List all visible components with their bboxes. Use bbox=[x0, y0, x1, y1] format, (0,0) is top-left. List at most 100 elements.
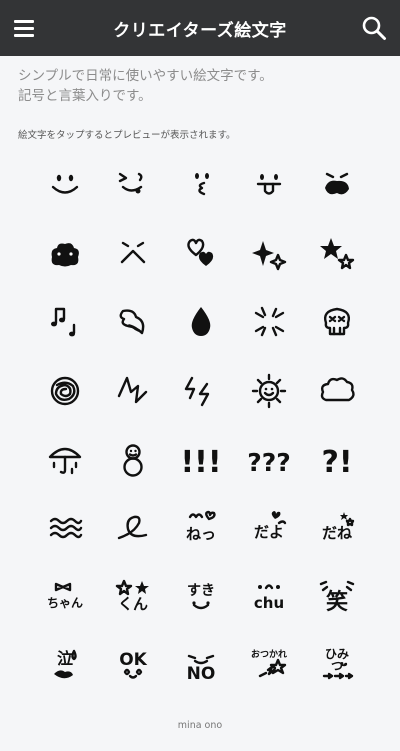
cry-emoji[interactable]: 泣 bbox=[31, 631, 99, 700]
laugh-emoji[interactable]: 笑 bbox=[303, 563, 371, 632]
otsukare-icon: おつかれ bbox=[251, 649, 287, 678]
sparkles-icon bbox=[252, 240, 287, 271]
page-title: クリエイターズ絵文字 bbox=[113, 20, 287, 41]
music-notes-icon bbox=[51, 308, 76, 337]
cry-icon: 泣 bbox=[54, 649, 77, 679]
description-line-2: 記号と言葉入りです。 bbox=[18, 88, 152, 104]
water-drop-icon bbox=[191, 307, 211, 337]
ok-emoji[interactable]: OK bbox=[99, 631, 167, 700]
svg-text:ちゃん: ちゃん bbox=[47, 596, 83, 610]
skull-emoji[interactable] bbox=[303, 288, 371, 357]
kun-icon: くん bbox=[115, 579, 149, 613]
hearts-icon bbox=[187, 238, 214, 266]
no-emoji[interactable]: NO bbox=[167, 631, 235, 700]
no-icon: NO bbox=[187, 655, 216, 684]
nee-emoji[interactable]: ねっ bbox=[167, 494, 235, 563]
svg-text:くん: くん bbox=[118, 595, 148, 613]
tongue-out-face-emoji[interactable] bbox=[235, 151, 303, 220]
suki-icon: すき bbox=[187, 583, 215, 610]
zigzag-emoji[interactable] bbox=[99, 357, 167, 426]
svg-text:笑: 笑 bbox=[326, 589, 348, 615]
himitsu-emoji[interactable]: ひみつ bbox=[303, 631, 371, 700]
ok-icon: OK bbox=[119, 650, 148, 680]
wink-tongue-face-emoji[interactable] bbox=[99, 151, 167, 220]
svg-text:だよ: だよ bbox=[254, 523, 284, 541]
wink-tongue-face-icon bbox=[118, 173, 143, 194]
svg-text:だね: だね bbox=[322, 524, 352, 542]
tongue-out-face-icon bbox=[256, 174, 282, 195]
snowman-icon bbox=[123, 443, 143, 477]
dayo-icon: だよ bbox=[254, 511, 287, 541]
lightning-icon bbox=[184, 376, 210, 407]
preview-hint: 絵文字をタップするとプレビューが表示されます。 bbox=[18, 130, 236, 141]
snowman-emoji[interactable] bbox=[99, 425, 167, 494]
laugh-icon: 笑 bbox=[319, 580, 355, 615]
svg-text:泣: 泣 bbox=[57, 649, 73, 668]
umbrella-rain-emoji[interactable] bbox=[31, 425, 99, 494]
sun-face-icon bbox=[251, 373, 287, 409]
chan-icon: ちゃん bbox=[47, 582, 83, 610]
puffed-cheeks-icon bbox=[51, 242, 79, 267]
svg-text:???: ??? bbox=[247, 448, 291, 477]
lightning-emoji[interactable] bbox=[167, 357, 235, 426]
sun-face-emoji[interactable] bbox=[235, 357, 303, 426]
sparkles-emoji[interactable] bbox=[235, 220, 303, 289]
curl-icon bbox=[117, 515, 148, 540]
curl-emoji[interactable] bbox=[99, 494, 167, 563]
himitsu-icon: ひみつ bbox=[322, 647, 354, 680]
svg-text:つ: つ bbox=[331, 659, 343, 673]
emoji-grid: !!!????! ねっ だよ だねちゃん くん すき chu 笑泣 OK NO おつかれ ひみつ bbox=[31, 151, 371, 700]
stars-emoji[interactable] bbox=[303, 220, 371, 289]
exclamation-emoji[interactable]: !!! bbox=[167, 425, 235, 494]
smile-face-icon bbox=[51, 175, 79, 194]
svg-text:chu: chu bbox=[254, 594, 284, 612]
anger-mark-icon bbox=[254, 307, 285, 337]
exclamation-icon: !!! bbox=[180, 445, 221, 480]
cloud-icon bbox=[320, 377, 355, 402]
svg-text:おつかれ: おつかれ bbox=[251, 649, 287, 660]
scribble-ball-icon bbox=[50, 376, 80, 406]
chan-emoji[interactable]: ちゃん bbox=[31, 563, 99, 632]
chu-emoji[interactable]: chu bbox=[235, 563, 303, 632]
otsukare-emoji[interactable]: おつかれ bbox=[235, 631, 303, 700]
kun-emoji[interactable]: くん bbox=[99, 563, 167, 632]
water-drop-emoji[interactable] bbox=[167, 288, 235, 357]
interrobang-emoji[interactable]: ?! bbox=[303, 425, 371, 494]
puffed-cheeks-emoji[interactable] bbox=[31, 220, 99, 289]
question-marks-emoji[interactable]: ??? bbox=[235, 425, 303, 494]
svg-text:OK: OK bbox=[119, 650, 147, 670]
suki-emoji[interactable]: すき bbox=[167, 563, 235, 632]
sweat-drop-icon bbox=[119, 309, 145, 335]
upset-face-icon bbox=[325, 173, 349, 195]
side-face-icon bbox=[195, 173, 209, 196]
svg-text:!!!: !!! bbox=[180, 445, 221, 480]
cloud-emoji[interactable] bbox=[303, 357, 371, 426]
svg-text:すき: すき bbox=[187, 583, 215, 599]
chu-icon: chu bbox=[254, 584, 284, 612]
upset-face-emoji[interactable] bbox=[303, 151, 371, 220]
svg-text:NO: NO bbox=[187, 664, 216, 684]
sweat-drop-emoji[interactable] bbox=[99, 288, 167, 357]
app-header: クリエイターズ絵文字 bbox=[0, 0, 400, 56]
side-face-emoji[interactable] bbox=[167, 151, 235, 220]
zigzag-icon bbox=[117, 376, 148, 404]
hearts-emoji[interactable] bbox=[167, 220, 235, 289]
dayo-emoji[interactable]: だよ bbox=[235, 494, 303, 563]
stars-icon bbox=[320, 237, 355, 270]
frown-face-emoji[interactable] bbox=[99, 220, 167, 289]
scribble-ball-emoji[interactable] bbox=[31, 357, 99, 426]
smile-face-emoji[interactable] bbox=[31, 151, 99, 220]
umbrella-rain-icon bbox=[48, 447, 82, 474]
waves-icon bbox=[49, 518, 83, 539]
search-icon[interactable] bbox=[360, 14, 388, 42]
svg-text:?!: ?! bbox=[321, 445, 352, 480]
music-notes-emoji[interactable] bbox=[31, 288, 99, 357]
dane-icon: だね bbox=[322, 512, 355, 542]
author-name: mina ono bbox=[177, 720, 223, 731]
dane-emoji[interactable]: だね bbox=[303, 494, 371, 563]
waves-emoji[interactable] bbox=[31, 494, 99, 563]
anger-mark-emoji[interactable] bbox=[235, 288, 303, 357]
description-line-1: シンプルで日常に使いやすい絵文字です。 bbox=[18, 68, 273, 84]
hamburger-menu-icon[interactable] bbox=[14, 17, 36, 39]
interrobang-icon: ?! bbox=[321, 445, 352, 480]
